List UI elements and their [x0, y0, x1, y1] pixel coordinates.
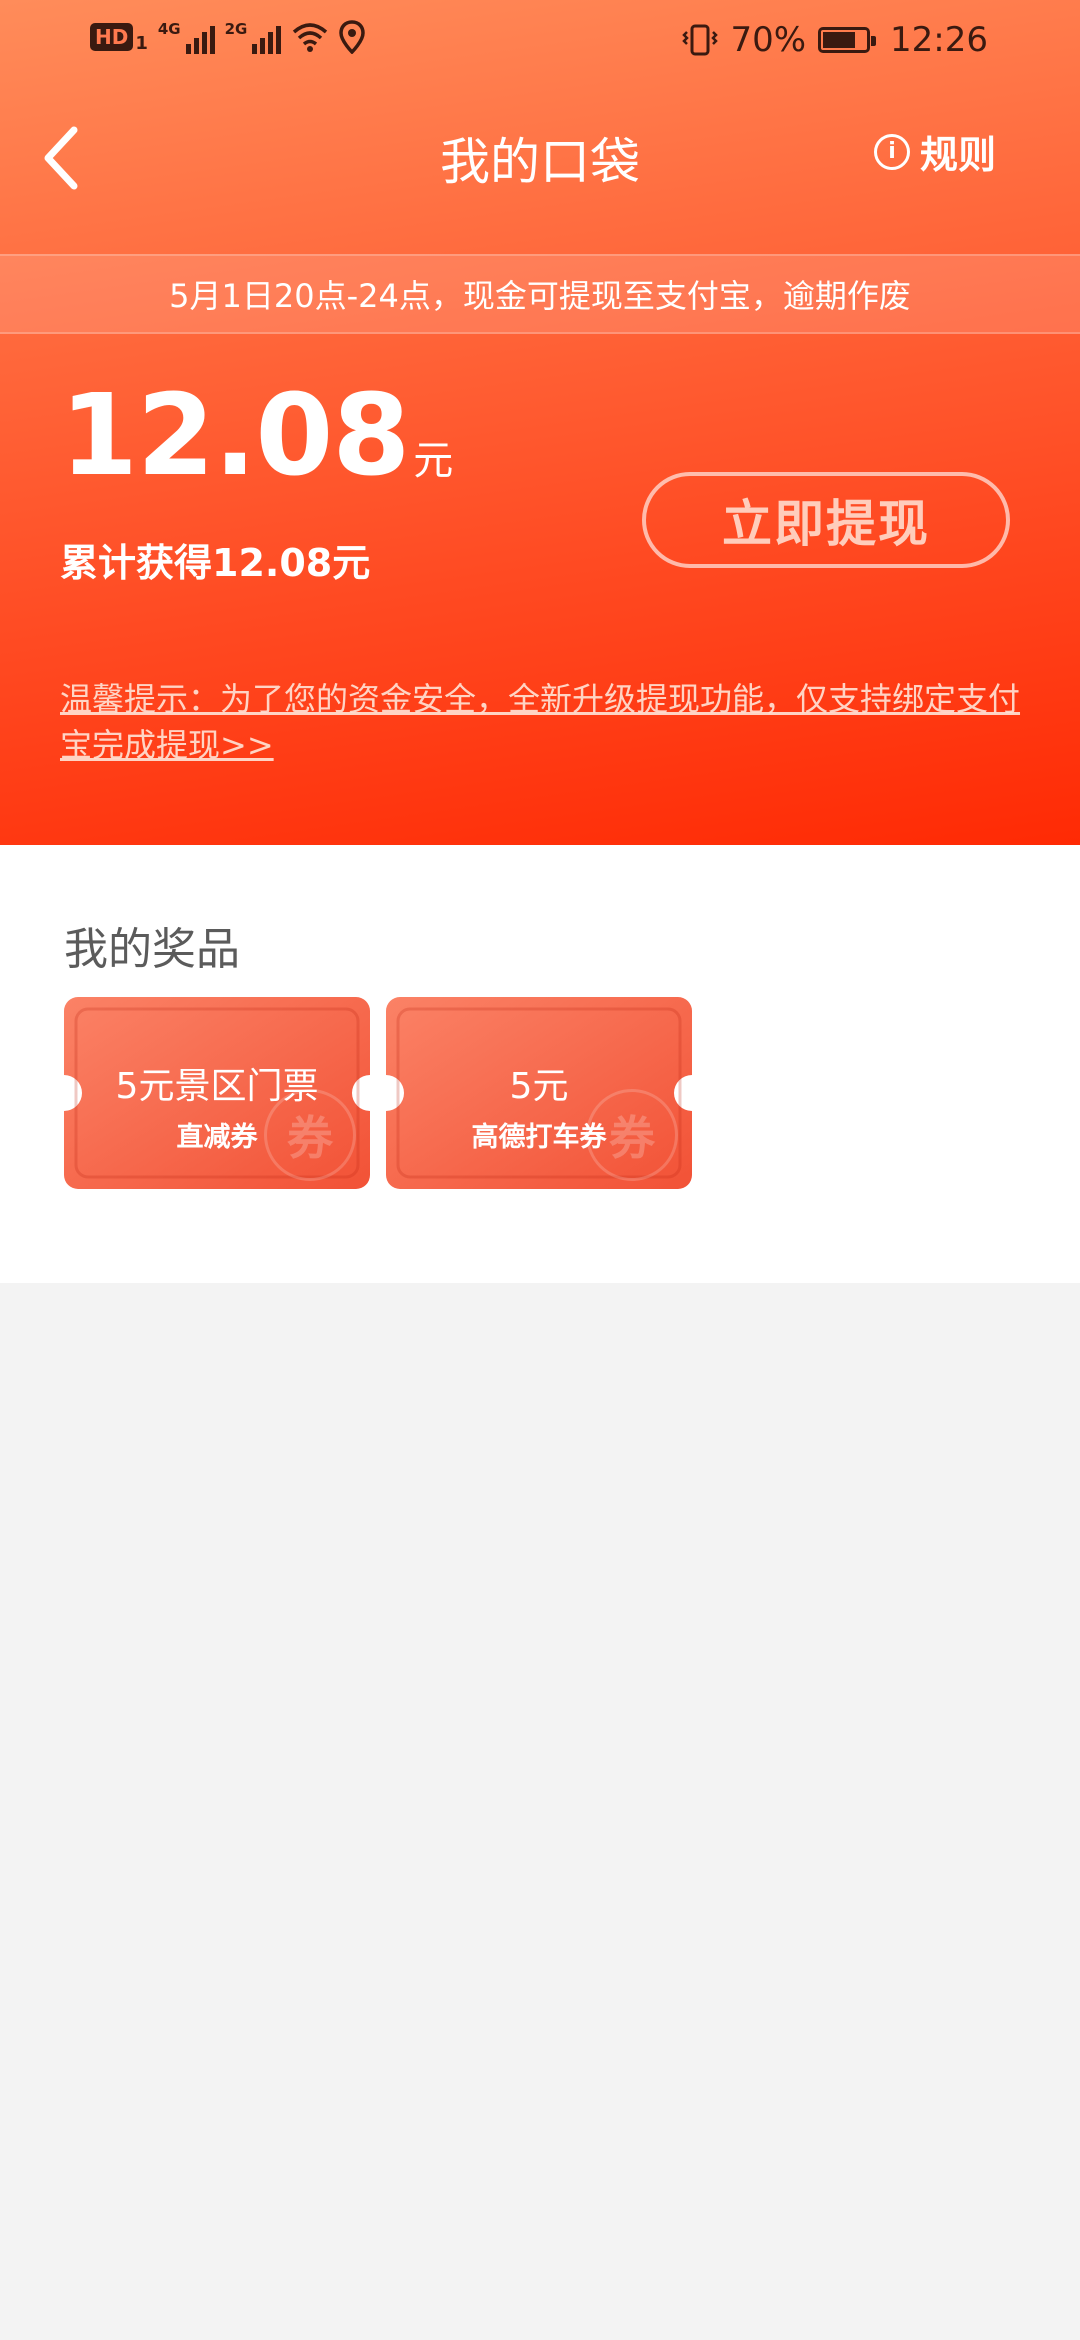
- coupon-subtitle: 高德打车券: [471, 1122, 607, 1153]
- battery-percent: 70%: [730, 20, 807, 60]
- withdraw-button[interactable]: 立即提现: [642, 472, 1010, 568]
- status-bar: HD 1 4G 2G 70% 12:26: [0, 0, 1080, 84]
- wifi-icon: [293, 23, 328, 52]
- clock: 12:26: [890, 20, 988, 60]
- prizes-section: 我的奖品 券 5元景区门票 直减券 券 5元 高德打车券: [0, 845, 1080, 1283]
- security-tip-link[interactable]: 温馨提示：为了您的资金安全，全新升级提现功能，仅支持绑定支付宝完成提现>>: [60, 676, 1020, 768]
- signal-4g-icon: 4G: [158, 20, 215, 54]
- sim-indicator: 1: [135, 33, 148, 54]
- balance-amount: 12.08: [60, 371, 410, 501]
- signal-2g-icon: 2G: [225, 20, 282, 54]
- vibrate-icon: [682, 24, 719, 56]
- rules-label: 规则: [919, 133, 996, 177]
- rules-button[interactable]: i 规则: [873, 124, 996, 179]
- coupon-scenic-ticket[interactable]: 券 5元景区门票 直减券: [64, 997, 370, 1189]
- cumulative-earned: 累计获得12.08元: [60, 541, 371, 585]
- battery-icon: [818, 27, 877, 53]
- coupon-gaode-taxi[interactable]: 券 5元 高德打车券: [386, 997, 692, 1189]
- balance-unit: 元: [413, 438, 454, 484]
- prizes-title: 我的奖品: [64, 924, 240, 975]
- hd-icon: HD: [90, 23, 134, 51]
- coupon-subtitle: 直减券: [176, 1122, 258, 1153]
- notice-banner: 5月1日20点-24点，现金可提现至支付宝，逾期作废: [0, 254, 1080, 334]
- location-icon: [339, 20, 366, 54]
- balance-display: 12.08 元: [60, 380, 453, 492]
- coupon-title: 5元景区门票: [115, 1066, 319, 1107]
- wallet-header: HD 1 4G 2G 70% 12:26 我的口袋 i 规则 5月1日20点-2…: [0, 0, 1080, 845]
- coupon-title: 5元: [509, 1066, 569, 1107]
- info-icon: i: [873, 133, 910, 170]
